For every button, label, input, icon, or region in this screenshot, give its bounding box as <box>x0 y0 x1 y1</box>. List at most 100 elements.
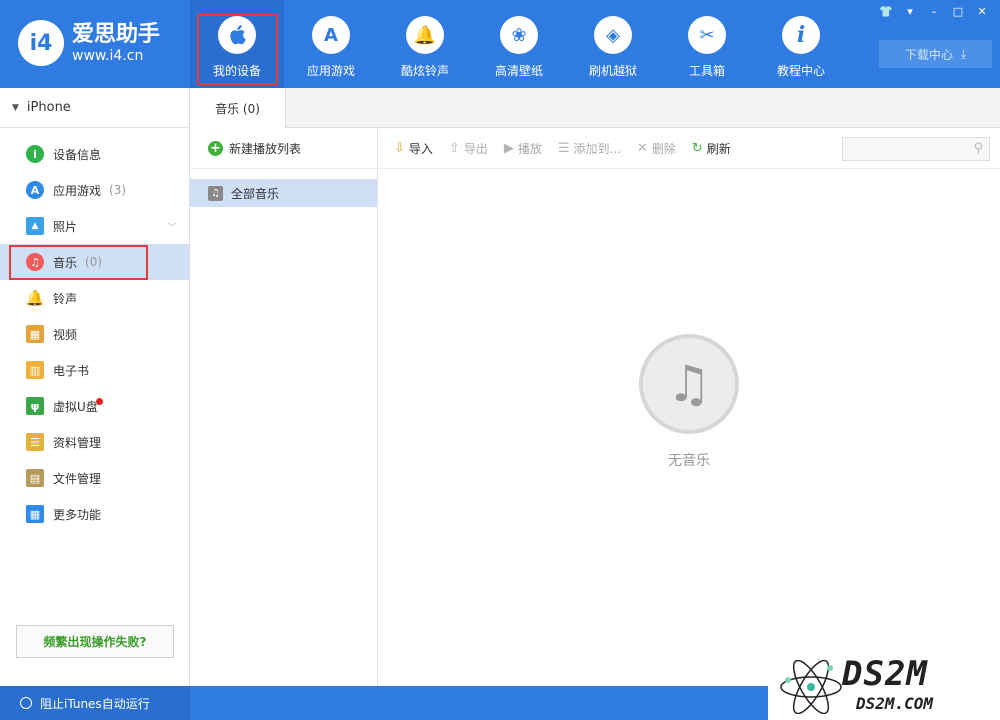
nav-label: 工具箱 <box>688 64 725 78</box>
device-selector[interactable]: ▼ iPhone <box>0 88 189 128</box>
block-itunes-toggle[interactable]: 阻止iTunes自动运行 <box>0 686 190 720</box>
refresh-label: 刷新 <box>706 142 731 156</box>
sidebar-item-label: 资料管理 <box>53 435 102 450</box>
sidebar-item-videos[interactable]: ▦ 视频 <box>0 316 189 352</box>
delete-icon: ✕ <box>636 141 648 156</box>
tools-icon: ✂ <box>688 16 726 54</box>
sidebar-item-label: 视频 <box>53 327 78 342</box>
nav-my-device[interactable]: 我的设备 <box>190 0 284 88</box>
download-icon: ⤓ <box>960 46 967 61</box>
sidebar-item-label: 音乐 <box>53 255 78 270</box>
refresh-icon: ↻ <box>691 141 703 156</box>
nav-apps-games[interactable]: A 应用游戏 <box>284 0 378 88</box>
add-to-button[interactable]: ☰ 添加到... <box>558 140 621 157</box>
book-icon: ▥ <box>26 361 44 379</box>
window-controls: 👕 ▾ – □ ✕ <box>874 2 994 20</box>
bell-icon: 🔔 <box>406 16 444 54</box>
new-playlist-button[interactable]: + 新建播放列表 <box>190 129 377 169</box>
close-icon[interactable]: ✕ <box>970 2 994 20</box>
nav-flash-jailbreak[interactable]: ◈ 刷机越狱 <box>566 0 660 88</box>
playlist-pane: + 新建播放列表 ♫ 全部音乐 <box>190 129 378 686</box>
sidebar-item-label: 应用游戏 <box>53 183 102 198</box>
nav-wallpapers[interactable]: ❀ 高清壁纸 <box>472 0 566 88</box>
flower-icon: ❀ <box>500 16 538 54</box>
app-store-icon: A <box>26 181 44 199</box>
sidebar-item-count: (3) <box>109 183 127 197</box>
plus-icon: + <box>208 141 223 156</box>
apple-icon <box>218 16 256 54</box>
playlist-item-all-music[interactable]: ♫ 全部音乐 <box>190 179 377 207</box>
chevron-down-icon[interactable]: ﹀ <box>167 219 177 234</box>
app-name: 爱思助手 <box>72 22 161 47</box>
nav-label: 我的设备 <box>212 64 261 78</box>
sidebar: ▼ iPhone i 设备信息 A 应用游戏 (3) ▲ 照片 ﹀ ♫ 音乐 (… <box>0 88 190 686</box>
empty-state: ♫ 无音乐 <box>639 334 739 470</box>
sidebar-item-data-manage[interactable]: ☰ 资料管理 <box>0 424 189 460</box>
export-icon: ⇧ <box>448 141 460 156</box>
watermark: DS2M DS2M.COM <box>768 652 1000 720</box>
sidebar-item-file-manage[interactable]: ▤ 文件管理 <box>0 460 189 496</box>
add-to-label: 添加到... <box>573 142 621 156</box>
grid-icon: ▦ <box>26 505 44 523</box>
download-center-button[interactable]: 下载中心 ⤓ <box>879 40 992 68</box>
refresh-button[interactable]: ↻ 刷新 <box>692 140 731 157</box>
caret-down-icon: ▼ <box>12 102 19 113</box>
usb-icon: ψ <box>26 397 44 415</box>
nav-label: 教程中心 <box>776 64 825 78</box>
sidebar-item-virtual-udisk[interactable]: ψ 虚拟U盘 <box>0 388 189 424</box>
menu-dropdown-icon[interactable]: ▾ <box>898 2 922 20</box>
sidebar-item-label: 文件管理 <box>53 471 102 486</box>
info-icon: i <box>26 145 44 163</box>
nav-toolbox[interactable]: ✂ 工具箱 <box>660 0 754 88</box>
nav-tutorials[interactable]: i 教程中心 <box>754 0 848 88</box>
maximize-icon[interactable]: □ <box>946 2 970 20</box>
dropbox-icon: ◈ <box>594 16 632 54</box>
sidebar-item-ebooks[interactable]: ▥ 电子书 <box>0 352 189 388</box>
info-icon: i <box>782 16 820 54</box>
nav-label: 应用游戏 <box>306 64 355 78</box>
nav-ringtones[interactable]: 🔔 酷炫铃声 <box>378 0 472 88</box>
logo-badge: i4 <box>18 20 64 66</box>
export-label: 导出 <box>463 142 488 156</box>
music-note-icon: ♫ <box>208 185 223 201</box>
top-bar: i4 爱思助手 www.i4.cn 我的设备 A 应用游戏 🔔 酷炫铃声 ❀ 高… <box>0 0 1000 88</box>
delete-button[interactable]: ✕ 删除 <box>637 140 676 157</box>
new-playlist-label: 新建播放列表 <box>229 142 302 156</box>
sidebar-item-label: 铃声 <box>53 291 78 306</box>
sidebar-item-apps[interactable]: A 应用游戏 (3) <box>0 172 189 208</box>
skin-icon[interactable]: 👕 <box>874 2 898 20</box>
play-icon: ▶ <box>503 141 514 156</box>
sidebar-item-device-info[interactable]: i 设备信息 <box>0 136 189 172</box>
contacts-icon: ☰ <box>26 433 44 451</box>
sidebar-item-label: 电子书 <box>53 363 90 378</box>
sidebar-item-ringtones[interactable]: 🔔 铃声 <box>0 280 189 316</box>
atom-logo-icon <box>780 660 842 714</box>
sidebar-item-more[interactable]: ▦ 更多功能 <box>0 496 189 532</box>
app-store-icon: A <box>312 16 350 54</box>
music-icon: ♫ <box>26 253 44 271</box>
sidebar-item-label: 更多功能 <box>53 507 102 522</box>
sidebar-item-photos[interactable]: ▲ 照片 ﹀ <box>0 208 189 244</box>
bell-icon: 🔔 <box>25 289 45 307</box>
file-icon: ▤ <box>26 469 44 487</box>
music-toolbar: ⇩ 导入 ⇧ 导出 ▶ 播放 ☰ 添加到... ✕ 删除 ↻ 刷新 ⚲ <box>378 129 1000 169</box>
minimize-icon[interactable]: – <box>922 2 946 20</box>
play-button[interactable]: ▶ 播放 <box>504 140 542 157</box>
playlist-item-label: 全部音乐 <box>231 186 280 201</box>
download-center-label: 下载中心 <box>904 47 953 62</box>
export-button[interactable]: ⇧ 导出 <box>449 140 488 157</box>
delete-label: 删除 <box>651 142 676 156</box>
tab-music[interactable]: 音乐 (0) <box>190 88 286 129</box>
app-url: www.i4.cn <box>72 48 144 64</box>
tab-bar: 音乐 (0) <box>190 88 1000 129</box>
sidebar-item-label: 设备信息 <box>53 147 102 162</box>
sidebar-item-music[interactable]: ♫ 音乐 (0) <box>0 244 189 280</box>
sidebar-item-count: (0) <box>85 255 103 269</box>
radio-circle-icon <box>20 697 32 709</box>
block-itunes-label: 阻止iTunes自动运行 <box>40 696 150 711</box>
import-button[interactable]: ⇩ 导入 <box>394 140 433 157</box>
film-icon: ▦ <box>26 325 44 343</box>
nav-label: 刷机越狱 <box>588 64 637 78</box>
search-input[interactable]: ⚲ <box>842 137 990 161</box>
frequent-failure-help-button[interactable]: 频繁出现操作失败? <box>16 625 174 658</box>
